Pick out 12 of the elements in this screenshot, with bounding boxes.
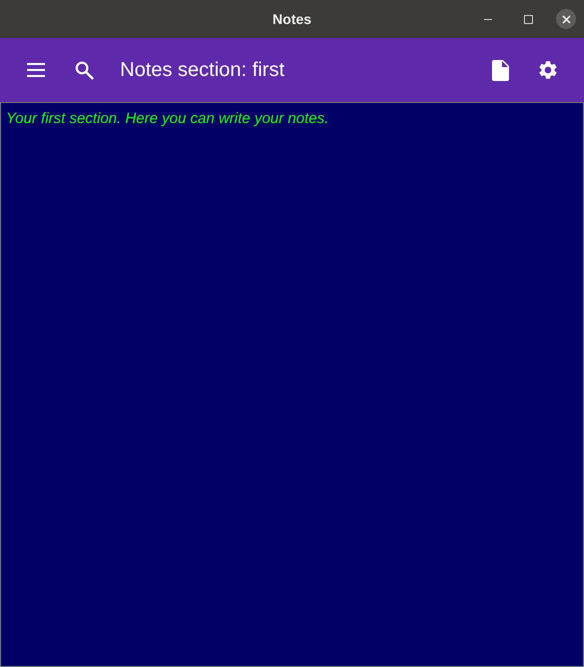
notes-editor[interactable]: Your first section. Here you can write your notes. <box>0 102 584 667</box>
close-button[interactable] <box>556 9 576 29</box>
close-icon <box>562 14 570 24</box>
maximize-icon <box>524 14 532 24</box>
section-title: Notes section: first <box>120 58 285 83</box>
menu-icon <box>26 63 46 77</box>
document-icon <box>492 60 508 80</box>
settings-icon <box>537 59 559 81</box>
window-title: Notes <box>272 10 312 28</box>
minimize-icon <box>484 18 492 20</box>
note-text: Your first section. Here you can write your notes. <box>6 109 330 129</box>
search-icon <box>74 60 94 80</box>
